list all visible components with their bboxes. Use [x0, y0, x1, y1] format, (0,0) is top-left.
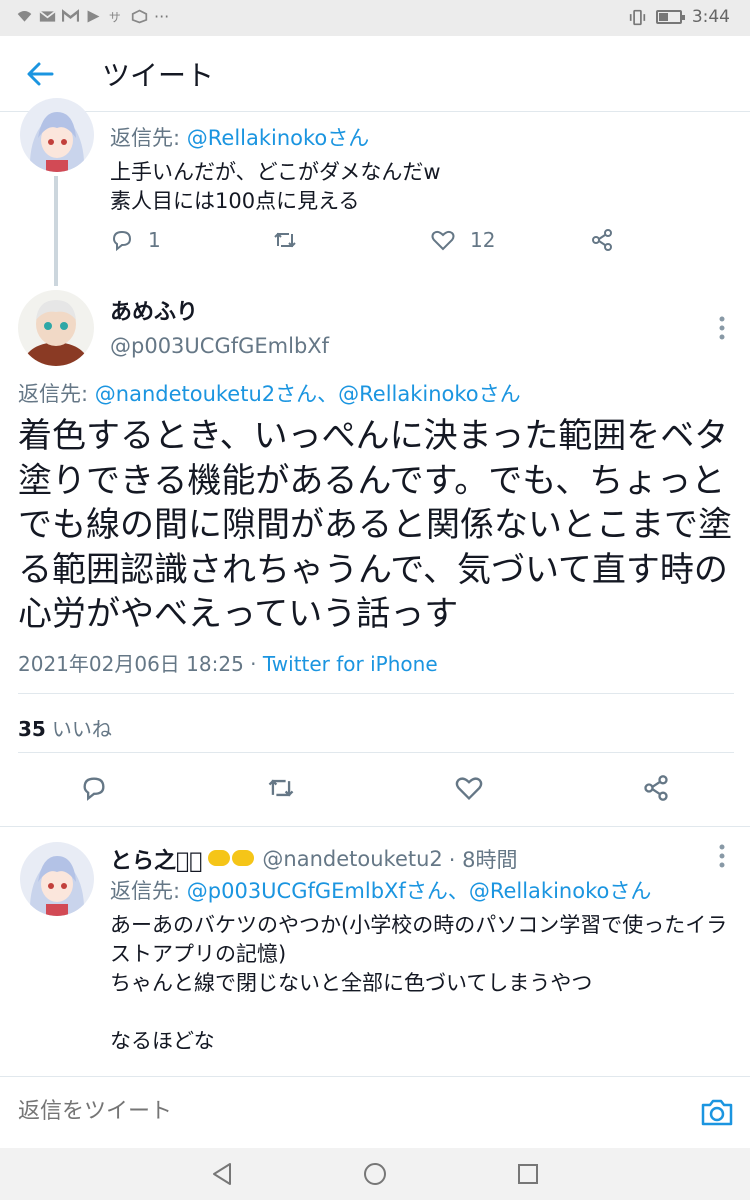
avatar[interactable]	[20, 842, 94, 916]
heart-icon[interactable]	[454, 774, 484, 802]
reply-to: 返信先: @nandetouketu2さん、@Rellakinokoさん	[18, 378, 521, 408]
reply-button[interactable]: 1	[110, 228, 161, 252]
tweet-actions	[0, 770, 750, 814]
battery-icon	[655, 10, 685, 24]
camera-icon[interactable]	[700, 1097, 734, 1127]
reply-count: 1	[148, 228, 161, 252]
avatar[interactable]	[18, 290, 94, 366]
display-name[interactable]: とら之助ᷦ	[110, 843, 202, 875]
reply-to-label: 返信先:	[110, 879, 187, 903]
reply-composer	[0, 1076, 750, 1148]
box-icon	[131, 9, 148, 24]
divider	[18, 693, 734, 694]
tweet-header: とら之助ᷦ @nandetouketu2 · 8時間	[110, 843, 518, 875]
more-notifications-icon: ···	[154, 7, 170, 26]
thread-connector	[54, 176, 58, 286]
like-button[interactable]: 12	[430, 228, 495, 252]
reply-to: 返信先: @p003UCGfGEmlbXfさん、@Rellakinokoさん	[110, 875, 651, 905]
reply-input[interactable]	[18, 1099, 618, 1124]
emoji-icon	[232, 850, 255, 866]
tweet-text: 上手いんだが、どこがダメなんだw 素人目には100点に見える	[110, 158, 441, 216]
vibrate-icon	[629, 9, 645, 25]
notification-icons: サ ···	[16, 7, 169, 26]
reply-icon	[112, 230, 132, 252]
user-handle[interactable]: @p003UCGfGEmlbXf	[110, 334, 329, 358]
divider	[0, 826, 750, 827]
share-button[interactable]	[590, 228, 614, 252]
nav-back-icon[interactable]	[208, 1160, 236, 1188]
retweet-icon	[274, 232, 296, 248]
status-bar: サ ··· 3:44	[0, 0, 750, 36]
reply-to-handle-link[interactable]: @Rellakinokoさん	[187, 126, 370, 150]
reply-to-handles-link[interactable]: @nandetouketu2さん、@Rellakinokoさん	[95, 382, 521, 406]
nav-recents-icon[interactable]	[514, 1160, 542, 1188]
reply-to: 返信先: @Rellakinokoさん	[110, 122, 369, 152]
avatar[interactable]	[20, 98, 94, 172]
display-name[interactable]: あめふり	[110, 294, 198, 326]
timestamp: 2021年02月06日 18:25 ·	[18, 652, 263, 676]
likes-summary[interactable]: 35 いいね	[18, 713, 112, 742]
retweet-icon[interactable]	[266, 774, 296, 802]
system-nav-bar	[0, 1148, 750, 1200]
tweet-text-line: 素人目には100点に見える	[110, 189, 360, 213]
emoji-icon	[208, 850, 231, 866]
more-vertical-icon[interactable]	[714, 842, 730, 870]
mail-icon	[39, 10, 56, 22]
more-vertical-icon[interactable]	[714, 314, 730, 342]
tweet-text: 着色するとき、いっぺんに決まった範囲をベタ塗りできる機能があるんです。でも、ちょ…	[18, 416, 732, 634]
heart-icon	[431, 230, 455, 251]
back-arrow-icon[interactable]	[22, 56, 58, 92]
reply-to-label: 返信先:	[18, 382, 95, 406]
tweet-text-line: 上手いんだが、どこがダメなんだw	[110, 160, 441, 184]
likes-label: いいね	[51, 717, 112, 741]
tweet-actions: 1 12	[110, 228, 630, 262]
play-icon	[87, 10, 100, 23]
emoji-icons	[208, 847, 256, 871]
reply-to-handles-link[interactable]: @p003UCGfGEmlbXfさん、@Rellakinokoさん	[187, 879, 652, 903]
page-title: ツイート	[102, 59, 215, 92]
user-handle[interactable]: @nandetouketu2	[262, 847, 442, 871]
likes-count: 35	[18, 717, 46, 741]
share-icon[interactable]	[642, 774, 670, 802]
retweet-button[interactable]	[272, 228, 298, 252]
reply-to-label: 返信先:	[110, 126, 187, 150]
wifi-icon	[17, 10, 32, 22]
status-right: 3:44	[629, 7, 730, 27]
divider	[18, 752, 734, 753]
svg-text:サ: サ	[109, 11, 121, 25]
share-icon	[592, 229, 612, 251]
app-icon: サ	[109, 11, 121, 25]
reply-icon[interactable]	[80, 774, 108, 802]
like-count: 12	[470, 228, 496, 252]
tweet-time: · 8時間	[448, 848, 518, 872]
tweet-text: あーあのバケツのやつか(小学校の時のパソコン学習で使ったイラストアプリの記憶) …	[110, 913, 728, 1053]
nav-home-icon[interactable]	[361, 1160, 389, 1188]
clipped-name-line: ˉˉˉˉ ˉˉ ˉˉ	[110, 96, 212, 110]
tweet-meta: 2021年02月06日 18:25 · Twitter for iPhone	[18, 648, 438, 677]
gmail-icon	[62, 9, 79, 22]
source-link[interactable]: Twitter for iPhone	[263, 652, 438, 676]
status-time: 3:44	[691, 7, 730, 27]
